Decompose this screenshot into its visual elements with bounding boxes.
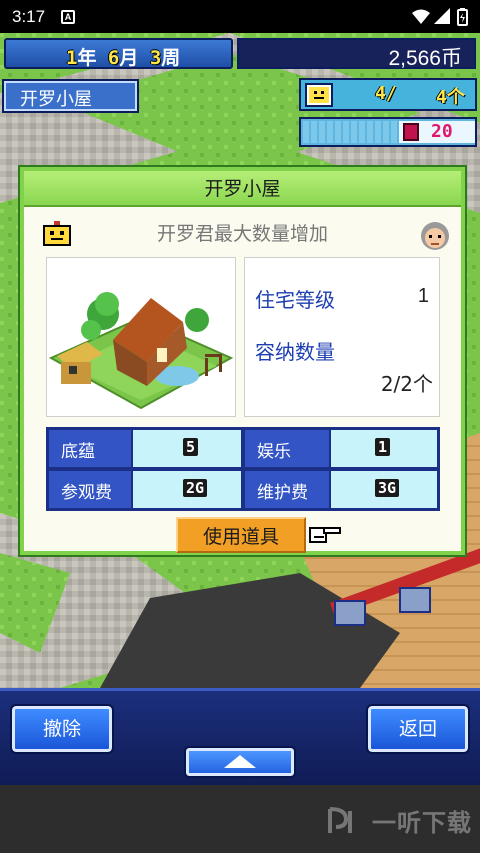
expand-menu-button[interactable] — [184, 746, 296, 778]
notification-icon: A — [61, 10, 75, 24]
arrow-up-icon — [224, 755, 256, 768]
stat-label-fun: 娱乐 — [245, 430, 329, 467]
stat-value-fun: 1 — [375, 438, 391, 456]
housing-level-label: 住宅等级 — [255, 288, 335, 312]
year-value: 1 — [66, 47, 78, 69]
stat-cell-upkeep: 3G — [331, 471, 437, 508]
status-time: 3:17 — [12, 7, 46, 26]
watermark-logo-icon — [328, 807, 352, 833]
pointing-hand-icon — [309, 527, 341, 543]
facility-info: 住宅等级 1 容纳数量 2/2个 — [244, 257, 440, 417]
stats-grid: 底蕴 5 娱乐 1 参观费 2G 维护费 3G — [46, 427, 440, 511]
facility-dialog: 开罗小屋 开罗君最大数量增加 住宅等级 1 容纳数量 2/2个 底蕴 5 娱乐 … — [20, 167, 465, 555]
week-unit: 周 — [161, 47, 181, 69]
dialog-title: 开罗小屋 — [24, 171, 461, 207]
battery-icon — [457, 8, 468, 26]
ticket-count: 20 — [431, 121, 453, 142]
housing-level-value: 1 — [417, 285, 429, 307]
stat-label-admission: 参观费 — [49, 471, 131, 508]
stat-cell-admission: 2G — [133, 471, 241, 508]
back-button[interactable]: 返回 — [366, 704, 470, 754]
stat-value-admission: 2G — [183, 479, 208, 497]
signal-icon — [434, 8, 450, 24]
capacity-count: 4个 — [436, 87, 465, 108]
month-value: 6 — [107, 47, 120, 69]
use-item-button[interactable]: 使用道具 — [176, 517, 306, 553]
status-bar: 3:17 A — [0, 0, 480, 33]
stat-label-upkeep: 维护费 — [245, 471, 329, 508]
capacity-value: 2/2个 — [380, 372, 433, 396]
bottom-toolbar: 撤除 返回 — [0, 688, 480, 785]
ticket-counter: 20 — [299, 117, 477, 147]
capacity-label: 容纳数量 — [255, 340, 335, 364]
dialog-subtitle: 开罗君最大数量增加 — [156, 223, 328, 245]
location-label: 开罗小屋 — [2, 79, 139, 113]
watermark-area: 一听下载 — [0, 785, 480, 853]
stat-cell-fun: 1 — [331, 430, 437, 467]
cabin-illustration — [48, 292, 234, 410]
remove-button[interactable]: 撤除 — [10, 704, 114, 754]
elder-avatar-icon — [421, 222, 449, 250]
ticket-icon — [403, 123, 419, 141]
stat-label-culture: 底蕴 — [49, 430, 131, 467]
watermark-text: 一听下载 — [372, 809, 472, 837]
week-value: 3 — [149, 47, 162, 69]
facility-image — [46, 257, 236, 417]
ticket-bar — [303, 121, 398, 143]
status-icons — [412, 8, 468, 26]
year-unit: 年 — [77, 47, 97, 69]
stat-cell-culture: 5 — [133, 430, 241, 467]
money-display: 2,566币 — [237, 38, 476, 70]
visitor-counter: 4/ 4个 — [299, 78, 477, 111]
visitor-count: 4/ — [375, 83, 397, 104]
date-display: 1年 6月 3周 — [4, 38, 233, 69]
game-viewport[interactable]: 1年 6月 3周 2,566币 开罗小屋 4/ 4个 20 开罗小屋 开罗君最大… — [0, 33, 480, 688]
stat-value-culture: 5 — [183, 438, 199, 456]
month-unit: 月 — [119, 47, 139, 69]
wifi-icon — [412, 9, 430, 24]
stat-value-upkeep: 3G — [375, 479, 400, 497]
smiley-icon — [305, 83, 333, 107]
